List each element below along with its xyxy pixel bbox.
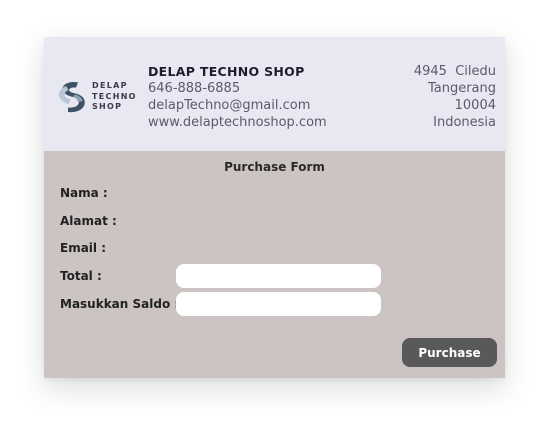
nama-label: Nama : xyxy=(60,186,108,200)
purchase-form: Purchase Form Nama : Alamat : Email : To… xyxy=(44,151,505,378)
saldo-label: Masukkan Saldo : xyxy=(60,297,180,311)
logo-line-3: SHOP xyxy=(92,102,123,111)
address-city: Tangerang xyxy=(427,81,496,96)
saldo-input[interactable] xyxy=(176,292,381,316)
form-title: Purchase Form xyxy=(224,160,325,174)
address-country: Indonesia xyxy=(433,115,496,130)
company-address: 4945 Ciledu Tangerang 10004 Indonesia xyxy=(414,63,496,131)
purchase-button[interactable]: Purchase xyxy=(402,338,497,367)
company-email: delapTechno@gmail.com xyxy=(148,98,311,113)
purchase-card: DELAP TECHNO SHOP DELAP TECHNO SHOP 646-… xyxy=(44,37,505,378)
company-info: DELAP TECHNO SHOP 646-888-6885 delapTech… xyxy=(148,63,327,131)
alamat-label: Alamat : xyxy=(60,214,117,228)
total-input[interactable] xyxy=(176,264,381,288)
shop-logo: DELAP TECHNO SHOP xyxy=(56,80,140,114)
logo-mark-icon xyxy=(59,82,85,113)
email-label: Email : xyxy=(60,241,107,255)
company-phone: 646-888-6885 xyxy=(148,81,241,96)
logo-wordmark: DELAP TECHNO SHOP xyxy=(92,81,137,113)
address-street: 4945 Ciledu xyxy=(413,64,496,79)
logo-line-2: TECHNO xyxy=(92,91,137,101)
shop-header: DELAP TECHNO SHOP DELAP TECHNO SHOP 646-… xyxy=(44,37,505,151)
company-website: www.delaptechnoshop.com xyxy=(148,115,327,130)
address-postal-code: 10004 xyxy=(454,98,496,113)
total-label: Total : xyxy=(60,269,102,283)
company-name: DELAP TECHNO SHOP xyxy=(148,64,305,79)
logo-line-1: DELAP xyxy=(92,81,128,90)
